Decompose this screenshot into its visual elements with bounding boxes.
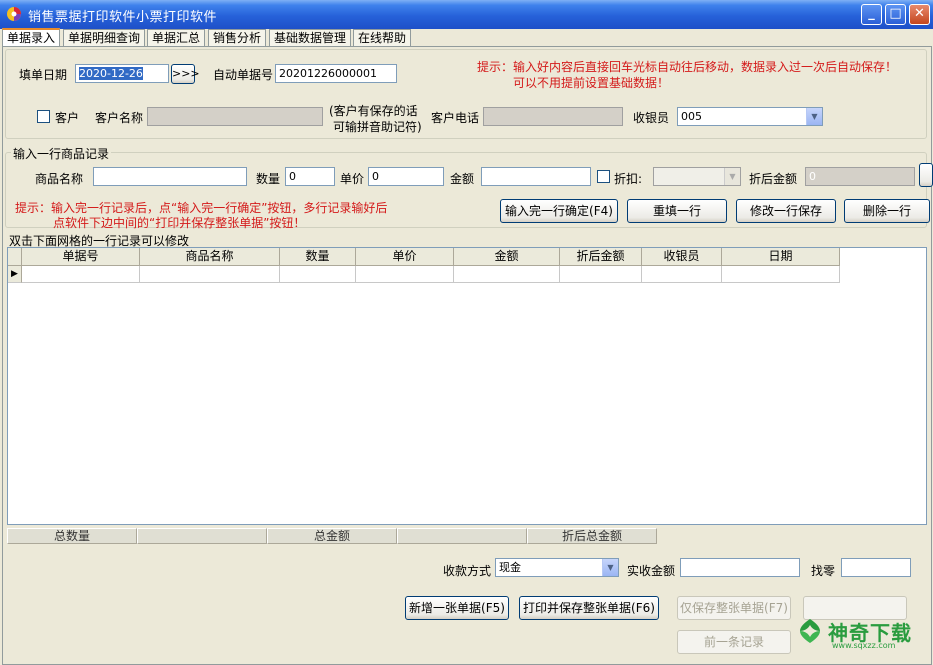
table-cell[interactable]: [454, 266, 560, 283]
customer-phone-input[interactable]: [483, 107, 623, 126]
leaf-logo-icon: [800, 619, 820, 643]
column-header[interactable]: 单据号: [22, 248, 140, 266]
product-name-label: 商品名称: [35, 172, 84, 186]
column-header[interactable]: 收银员: [642, 248, 722, 266]
customer-name-input[interactable]: [147, 107, 323, 126]
chevron-down-icon: ▼: [724, 168, 740, 185]
customer-checkbox[interactable]: [37, 110, 50, 123]
tab-receipt-entry[interactable]: 单据录入: [2, 28, 61, 47]
total-quantity-value: [137, 528, 267, 544]
payment-method-select[interactable]: 现金 ▼: [495, 558, 619, 577]
tab-panel: 填单日期 2020-12-26 >>> 自动单据号 20201226000001…: [2, 46, 933, 665]
table-cell[interactable]: [356, 266, 454, 283]
close-icon: ✕: [914, 6, 925, 21]
tab-detail-query[interactable]: 单据明细查询: [63, 29, 146, 47]
title-bar: 销售票据打印软件小票打印软件 _ □ ✕: [0, 0, 933, 29]
tab-strip: 单据录入 单据明细查询 单据汇总 销售分析 基础数据管理 在线帮助: [2, 28, 932, 47]
close-button[interactable]: ✕: [909, 4, 930, 25]
tab-base-data[interactable]: 基础数据管理: [269, 29, 352, 47]
column-header[interactable]: 商品名称: [140, 248, 280, 266]
auto-no-label: 自动单据号: [213, 68, 274, 82]
confirm-row-button[interactable]: 输入完一行确定(F4): [500, 199, 618, 223]
customer-check-label: 客户: [55, 111, 80, 125]
refill-row-button[interactable]: 重填一行: [627, 199, 727, 223]
column-header[interactable]: 折后金额: [560, 248, 642, 266]
minimize-icon: _: [868, 6, 875, 21]
table-cell[interactable]: [642, 266, 722, 283]
totals-spacer: [657, 528, 927, 544]
print-save-button[interactable]: 打印并保存整张单据(F6): [519, 596, 659, 620]
discounted-amount-field: 0: [805, 167, 915, 186]
cashier-label: 收银员: [633, 111, 670, 125]
amount-input[interactable]: [481, 167, 591, 186]
maximize-button[interactable]: □: [885, 4, 906, 25]
entry-group-title: 输入一行商品记录: [11, 145, 112, 162]
customer-phone-label: 客户电话: [431, 111, 480, 125]
customer-name-label: 客户名称: [95, 111, 144, 125]
date-picker-button[interactable]: >>>: [171, 64, 200, 84]
header-hint-line1: 提示：输入好内容后直接回车光标自动往后移动，数据录入过一次后自动保存！: [477, 60, 898, 74]
discount-checkbox[interactable]: [597, 170, 610, 183]
cashier-select[interactable]: 005 ▼: [677, 107, 823, 126]
quantity-label: 数量: [256, 172, 281, 186]
minimize-button[interactable]: _: [861, 4, 882, 25]
tab-summary[interactable]: 单据汇总: [147, 29, 206, 47]
prev-record-button[interactable]: 前一条记录: [677, 630, 791, 654]
totals-bar: 总数量 总金额 折后总金额: [7, 528, 927, 544]
customer-name-note-line1: (客户有保存的话: [329, 104, 418, 118]
discount-label: 折扣:: [614, 172, 643, 186]
total-quantity-label: 总数量: [7, 528, 137, 544]
watermark-logo: 神奇下载 www.sqxzz.com: [796, 611, 926, 651]
column-header[interactable]: 单价: [356, 248, 454, 266]
tab-online-help[interactable]: 在线帮助: [353, 29, 412, 47]
quantity-input[interactable]: 0: [285, 167, 335, 186]
delete-row-button[interactable]: 删除一行: [844, 199, 930, 223]
grid-corner: [8, 248, 22, 266]
chevron-down-icon[interactable]: ▼: [602, 559, 618, 576]
watermark-url: www.sqxzz.com: [832, 641, 896, 650]
discount-select[interactable]: ▼: [653, 167, 741, 186]
records-grid[interactable]: 单据号 商品名称 数量 单价 金额 折后金额 收银员 日期 ▶: [7, 247, 927, 525]
table-cell[interactable]: [280, 266, 356, 283]
received-amount-input[interactable]: [680, 558, 800, 577]
grid-header: 单据号 商品名称 数量 单价 金额 折后金额 收银员 日期: [8, 248, 840, 266]
tab-sales-analysis[interactable]: 销售分析: [208, 29, 267, 47]
change-field[interactable]: [841, 558, 911, 577]
product-name-input[interactable]: [93, 167, 247, 186]
modify-row-button[interactable]: 修改一行保存: [736, 199, 836, 223]
header-hint-line2: 可以不用提前设置基础数据！: [513, 76, 670, 90]
discounted-amount-label: 折后金额: [749, 172, 798, 186]
column-header[interactable]: 日期: [722, 248, 840, 266]
entry-hint-line2: 点软件下边中间的“打印并保存整张单据”按钮！: [53, 216, 306, 230]
table-cell[interactable]: [560, 266, 642, 283]
payment-method-label: 收款方式: [443, 564, 492, 578]
date-input[interactable]: 2020-12-26: [75, 64, 169, 83]
total-amount-value: [397, 528, 527, 544]
chevron-down-icon[interactable]: ▼: [806, 108, 822, 125]
table-cell[interactable]: [140, 266, 280, 283]
received-amount-label: 实收金额: [627, 564, 676, 578]
app-icon: [7, 7, 21, 21]
maximize-icon: □: [889, 6, 902, 21]
new-receipt-button[interactable]: 新增一张单据(F5): [405, 596, 509, 620]
column-header[interactable]: 数量: [280, 248, 356, 266]
auto-no-field[interactable]: 20201226000001: [275, 64, 397, 83]
amount-label: 金额: [450, 172, 475, 186]
table-row[interactable]: ▶: [8, 266, 840, 283]
scroll-right-button[interactable]: [919, 163, 933, 187]
date-label: 填单日期: [19, 68, 68, 82]
row-indicator: ▶: [8, 266, 22, 283]
unit-price-input[interactable]: 0: [368, 167, 444, 186]
save-only-button[interactable]: 仅保存整张单据(F7): [677, 596, 791, 620]
table-cell[interactable]: [722, 266, 840, 283]
window-title: 销售票据打印软件小票打印软件: [28, 10, 218, 25]
total-discounted-label: 折后总金额: [527, 528, 657, 544]
total-amount-label: 总金额: [267, 528, 397, 544]
customer-name-note-line2: 可输拼音助记符): [333, 120, 422, 134]
change-label: 找零: [811, 564, 836, 578]
unit-price-label: 单价: [340, 172, 365, 186]
column-header[interactable]: 金额: [454, 248, 560, 266]
table-cell[interactable]: [22, 266, 140, 283]
